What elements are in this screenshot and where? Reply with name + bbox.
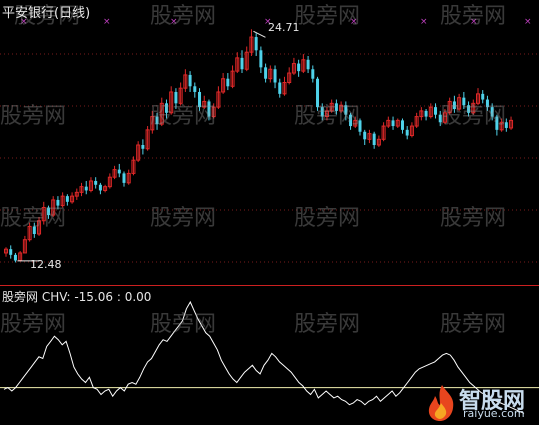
candle-body [254, 37, 258, 51]
flame-icon [428, 385, 454, 421]
watermark: 股旁网 [294, 312, 361, 337]
watermark: 股旁网 [294, 104, 361, 129]
signal-marker: × [103, 17, 111, 27]
candle-body [273, 69, 277, 83]
candle-body [98, 184, 102, 191]
candle-body [405, 129, 409, 136]
candle-body [122, 173, 126, 183]
candle-body [372, 133, 376, 145]
candle-body [306, 59, 310, 70]
watermark: 股旁网 [294, 4, 361, 29]
watermark: 股旁网 [440, 4, 507, 29]
high-pointer [253, 30, 266, 38]
stock-chart-window: { "main_title": "平安银行(日线)", "watermark_t… [0, 0, 539, 425]
watermark: 股旁网 [0, 206, 67, 231]
candle-body [391, 120, 395, 127]
candle-body [141, 145, 145, 149]
candle-body [278, 82, 282, 94]
candle-body [424, 110, 428, 117]
watermark: 股旁网 [294, 206, 361, 231]
low-price-label: 12.48 [30, 258, 62, 271]
signal-marker: × [524, 17, 532, 27]
watermark: 股旁网 [440, 206, 507, 231]
candle-body [13, 254, 17, 261]
signal-marker: × [420, 17, 428, 27]
panel-separator [0, 285, 539, 286]
main-chart-title: 平安银行(日线) [2, 6, 91, 21]
watermark: 股旁网 [440, 104, 507, 129]
candle-body [259, 50, 263, 68]
indicator-header: 股旁网 CHV: -15.06 : 0.00 [2, 288, 151, 305]
candle-body [84, 186, 88, 191]
watermark: 股旁网 [150, 4, 217, 29]
indicator-values: CHV: -15.06 : 0.00 [41, 290, 152, 304]
candle-body [65, 196, 69, 202]
candle-body [311, 69, 315, 79]
indicator-name: 股旁网 [2, 290, 39, 304]
candle-body [94, 180, 98, 185]
candle-body [117, 169, 121, 174]
watermark: 股旁网 [150, 206, 217, 231]
watermark: 股旁网 [0, 312, 67, 337]
watermark: 股旁网 [150, 312, 217, 337]
watermark: 股旁网 [440, 312, 507, 337]
candle-body [188, 74, 192, 87]
candle-body [363, 131, 367, 140]
logo-domain: raiyue.com [463, 407, 525, 420]
candle-body [9, 249, 13, 255]
watermark: 股旁网 [150, 104, 217, 129]
candle-body [434, 107, 438, 115]
candle-body [400, 120, 404, 130]
candle-body [240, 57, 244, 70]
candle-body [264, 67, 268, 79]
candle-body [226, 78, 230, 87]
candle-body [297, 63, 301, 72]
site-logo: 智股网 raiyue.com [425, 383, 535, 423]
watermark: 股旁网 [0, 104, 67, 129]
high-price-label: 24.71 [268, 21, 300, 34]
candle-body [193, 86, 197, 92]
